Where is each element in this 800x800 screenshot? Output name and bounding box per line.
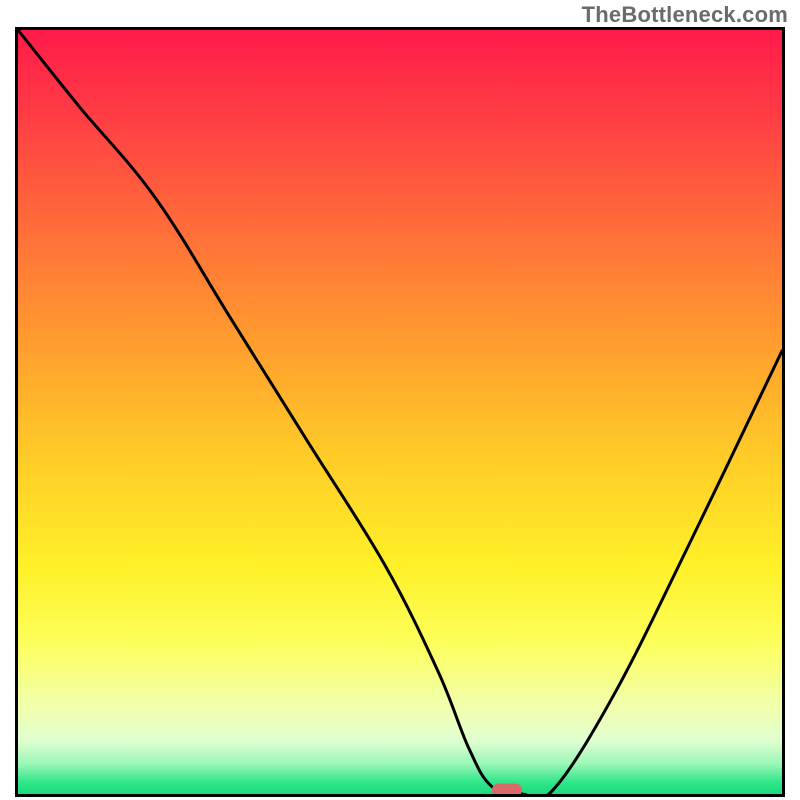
chart-container: TheBottleneck.com [0,0,800,800]
watermark-label: TheBottleneck.com [582,2,788,28]
plot-area [15,27,785,797]
bottleneck-curve [18,30,782,794]
optimal-point-marker [492,784,522,797]
